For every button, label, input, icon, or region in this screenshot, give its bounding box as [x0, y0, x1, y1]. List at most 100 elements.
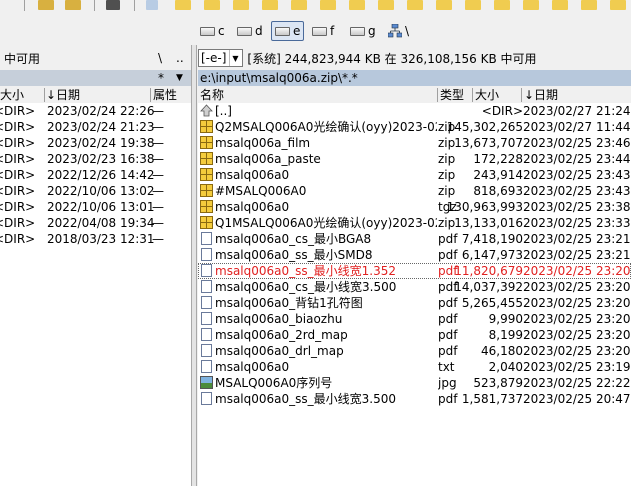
- list-item[interactable]: <DIR> 2023/02/23 16:38 —: [0, 151, 191, 167]
- column-separator[interactable]: [521, 88, 522, 102]
- list-item[interactable]: <DIR> 2022/12/26 14:42 —: [0, 167, 191, 183]
- drive-button-g[interactable]: g: [350, 21, 376, 41]
- folder-icon[interactable]: [610, 0, 626, 10]
- list-item[interactable]: <DIR> 2022/04/08 19:34 —: [0, 215, 191, 231]
- save-icon[interactable]: [106, 0, 120, 10]
- file-row[interactable]: msalq006a0_2rd_map pdf 8,199 2023/02/25 23:…: [198, 327, 631, 343]
- drive-button-d[interactable]: d: [237, 21, 263, 41]
- col-attr-header[interactable]: 属性: [153, 87, 177, 103]
- drive-icon: [350, 26, 365, 36]
- file-row[interactable]: msalq006a0 tgz 130,963,993 2023/02/25 23:38: [198, 199, 631, 215]
- item-size: <DIR>: [0, 136, 36, 150]
- item-name: msalq006a0_ss_最小线宽1.352: [215, 264, 396, 278]
- col-date-header[interactable]: ↓日期: [46, 87, 80, 103]
- folder-icon[interactable]: [262, 0, 278, 10]
- file-row[interactable]: [..] <DIR> 2023/02/27 21:24: [198, 103, 631, 119]
- item-name: msalq006a0_cs_最小BGA8: [215, 232, 372, 246]
- file-row[interactable]: msalq006a0_背钻1孔符图 pdf 5,265,455 2023/02/25 …: [198, 295, 631, 311]
- file-row[interactable]: msalq006a0_cs_最小BGA8 pdf 7,418,190 2023/02/…: [198, 231, 631, 247]
- folder-icon[interactable]: [349, 0, 365, 10]
- root-dir-button[interactable]: \: [158, 51, 162, 65]
- folder-icon[interactable]: [581, 0, 597, 10]
- list-item[interactable]: <DIR> 2018/03/23 12:31 —: [0, 231, 191, 247]
- drive-select[interactable]: [-e-] ▼: [198, 49, 244, 67]
- item-size: <DIR>: [0, 168, 36, 182]
- list-item[interactable]: <DIR> 2023/02/24 22:26 —: [0, 103, 191, 119]
- folder-icon[interactable]: [204, 0, 220, 10]
- folder-icon[interactable]: [378, 0, 394, 10]
- folder-icon[interactable]: [523, 0, 539, 10]
- item-date: 2023/02/25 23:19: [523, 360, 631, 374]
- column-separator[interactable]: [44, 88, 45, 102]
- item-name: msalq006a0: [215, 168, 290, 182]
- file-row[interactable]: #MSALQ006A0 zip 818,693 2023/02/25 23:43: [198, 183, 631, 199]
- file-row[interactable]: msalq006a0_biaozhu pdf 9,990 2023/02/25 23:…: [198, 311, 631, 327]
- selected-file-row[interactable]: msalq006a0_ss_最小线宽1.352 pdf 11,820,679 2023…: [198, 263, 631, 279]
- document-icon: [201, 392, 212, 405]
- drive-button-e[interactable]: e: [271, 21, 305, 41]
- file-row[interactable]: Q2MSALQ006A0光绘确认(oyy)2023-02-27zip145,30…: [198, 119, 631, 135]
- col-name-header[interactable]: 名称: [200, 87, 224, 103]
- folder-icon[interactable]: [291, 0, 307, 10]
- col-size-header[interactable]: 大小: [0, 87, 24, 103]
- list-item[interactable]: <DIR> 2022/10/06 13:01 —: [0, 199, 191, 215]
- drive-button-f[interactable]: f: [312, 21, 334, 41]
- left-path-bar[interactable]: * ▼: [0, 70, 191, 86]
- list-item[interactable]: <DIR> 2023/02/24 21:23 —: [0, 119, 191, 135]
- col-date-header[interactable]: ↓日期: [524, 87, 558, 103]
- left-file-list[interactable]: <DIR> 2023/02/24 22:26 — <DIR> 2023/02/2…: [0, 103, 191, 486]
- right-path-bar[interactable]: e:\input\msalq006a.zip\*.*: [198, 70, 631, 86]
- item-size: 523,879: [473, 376, 523, 390]
- item-date: 2023/02/25 23:20: [523, 344, 631, 358]
- list-item[interactable]: <DIR> 2022/10/06 13:02 —: [0, 183, 191, 199]
- current-path: e:\input\msalq006a.zip\*.*: [200, 71, 358, 85]
- folder-icon[interactable]: [320, 0, 336, 10]
- item-date: 2023/02/25 23:21: [523, 232, 631, 246]
- notepad-icon[interactable]: [146, 0, 158, 10]
- folder-icon[interactable]: [175, 0, 191, 10]
- image-file-icon: [200, 376, 213, 389]
- item-size: <DIR>: [0, 152, 36, 166]
- folder-icon[interactable]: [552, 0, 568, 10]
- column-separator[interactable]: [150, 88, 151, 102]
- col-size-header[interactable]: 大小: [475, 87, 499, 103]
- item-date: 2023/02/24 21:23: [47, 120, 155, 134]
- document-icon: [201, 344, 212, 357]
- file-row[interactable]: msalq006a0_ss_最小线宽3.500 pdf 1,581,737 2023/…: [198, 391, 631, 407]
- item-size: 818,693: [473, 184, 523, 198]
- archive-icon: [200, 184, 213, 197]
- folder-icon[interactable]: [494, 0, 510, 10]
- file-row[interactable]: msalq006a0 zip 243,914 2023/02/25 23:43: [198, 167, 631, 183]
- drive-icon: [275, 26, 290, 36]
- column-separator[interactable]: [437, 88, 438, 102]
- item-date: 2023/02/25 23:38: [523, 200, 631, 214]
- folder-icon[interactable]: [436, 0, 452, 10]
- folder-icon[interactable]: [65, 0, 81, 10]
- file-row[interactable]: msalq006a0 txt 2,040 2023/02/25 23:19: [198, 359, 631, 375]
- file-row[interactable]: msalq006a0_ss_最小SMD8 pdf 6,147,973 2023/02/…: [198, 247, 631, 263]
- file-row[interactable]: msalq006a_film zip 13,673,707 2023/02/25 23…: [198, 135, 631, 151]
- drive-bar: c d e f g \: [0, 20, 631, 42]
- folder-icon[interactable]: [233, 0, 249, 10]
- file-row[interactable]: msalq006a_paste zip 172,228 2023/02/25 23:4…: [198, 151, 631, 167]
- chevron-down-icon[interactable]: ▼: [176, 73, 183, 83]
- copy-files-icon[interactable]: [38, 0, 54, 10]
- up-dir-button[interactable]: ..: [176, 51, 184, 65]
- panel-splitter[interactable]: [191, 45, 197, 486]
- drive-button-c[interactable]: c: [200, 21, 225, 41]
- file-row[interactable]: msalq006a0_drl_map pdf 46,180 2023/02/25 23…: [198, 343, 631, 359]
- right-file-list[interactable]: [..] <DIR> 2023/02/27 21:24 Q2MSALQ006A0光绘确…: [198, 103, 631, 486]
- item-date: 2022/04/08 19:34: [47, 216, 155, 230]
- item-size: 145,302,265: [446, 120, 523, 134]
- network-drive-button[interactable]: \: [388, 21, 409, 41]
- file-row[interactable]: MSALQ006A0序列号 jpg 523,879 2023/02/25 22:22: [198, 375, 631, 391]
- archive-icon: [200, 136, 213, 149]
- item-name: msalq006a0: [215, 360, 290, 374]
- col-type-header[interactable]: 类型: [440, 87, 464, 103]
- folder-icon[interactable]: [407, 0, 423, 10]
- file-row[interactable]: msalq006a0_cs_最小线宽3.500 pdf 14,037,392 2023…: [198, 279, 631, 295]
- file-row[interactable]: Q1MSALQ006A0光绘确认(oyy)2023-02-25zip13,133…: [198, 215, 631, 231]
- folder-icon[interactable]: [465, 0, 481, 10]
- column-separator[interactable]: [472, 88, 473, 102]
- list-item[interactable]: <DIR> 2023/02/24 19:38 —: [0, 135, 191, 151]
